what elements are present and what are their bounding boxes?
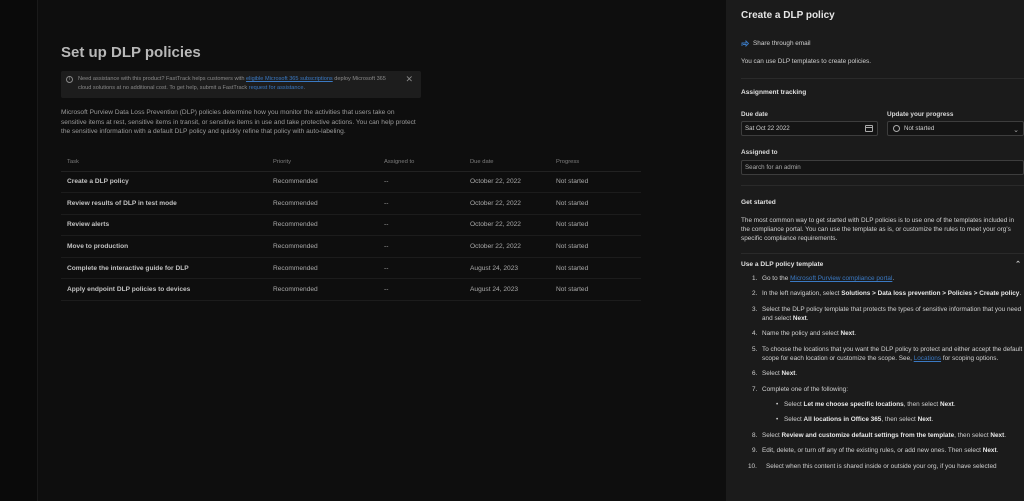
priority-cell: Recommended: [273, 278, 384, 302]
assigned-to-cell: --: [384, 235, 470, 258]
assigned-to-label: Assigned to: [741, 149, 778, 156]
template-section-toggle[interactable]: Use a DLP policy template ⌃: [741, 261, 1024, 268]
assigned-to-cell: --: [384, 278, 470, 302]
assigned-to-cell: --: [384, 257, 470, 280]
table-row[interactable]: Move to production Recommended -- October 2…: [61, 235, 641, 258]
due-date-label: Due date: [741, 111, 768, 118]
panel-intro: You can use DLP templates to create poli…: [741, 58, 872, 65]
assigned-to-cell: --: [384, 192, 470, 215]
eligible-subscriptions-link[interactable]: eligible Microsoft 365 subscriptions: [246, 76, 333, 82]
task-name[interactable]: Review alerts: [61, 214, 273, 237]
share-label: Share through email: [753, 40, 811, 47]
get-started-text: The most common way to get started with …: [741, 217, 1015, 243]
share-through-email-button[interactable]: Share through email: [741, 40, 811, 47]
list-item: 9. Edit, delete, or turn off any of the e…: [752, 447, 999, 455]
due-date-cell: October 22, 2022: [470, 171, 556, 194]
task-name[interactable]: Review results of DLP in test mode: [61, 192, 273, 215]
list-item: 7. Complete one of the following: • Select…: [752, 385, 1024, 425]
calendar-icon[interactable]: [865, 125, 873, 132]
progress-cell: Not started: [556, 235, 641, 258]
main-content: Set up DLP policies i Need assistance wi…: [38, 0, 726, 501]
progress-cell: Not started: [556, 278, 641, 302]
page-title: Set up DLP policies: [61, 44, 201, 61]
compliance-portal-link[interactable]: Microsoft Purview compliance portal: [790, 275, 892, 282]
divider: [741, 185, 1024, 186]
list-item: 3. Select the DLP policy template that pr…: [752, 305, 1022, 322]
priority-cell: Recommended: [273, 192, 384, 215]
column-header-progress[interactable]: Progress: [556, 154, 641, 172]
task-details-panel: Create a DLP policy Share through email …: [726, 0, 1024, 501]
progress-dropdown[interactable]: Not started ⌄: [887, 121, 1024, 136]
status-circle-icon: [893, 125, 900, 132]
table-row[interactable]: Apply endpoint DLP policies to devices Re…: [61, 278, 641, 302]
due-date-value: Sat Oct 22 2022: [745, 125, 790, 132]
progress-cell: Not started: [556, 192, 641, 215]
assignment-tracking-heading: Assignment tracking: [741, 89, 807, 96]
priority-cell: Recommended: [273, 257, 384, 280]
banner-text: Need assistance with this product? FastT…: [78, 76, 386, 91]
table-header-row: Task Priority Assigned to Due date Progr…: [61, 154, 641, 172]
info-icon: i: [66, 76, 73, 83]
table-row[interactable]: Review alerts Recommended -- October 22, 20…: [61, 214, 641, 237]
progress-value: Not started: [904, 125, 935, 132]
due-date-cell: October 22, 2022: [470, 214, 556, 237]
assigned-to-cell: --: [384, 171, 470, 194]
table-row[interactable]: Create a DLP policy Recommended -- October …: [61, 171, 641, 194]
priority-cell: Recommended: [273, 235, 384, 258]
task-name[interactable]: Move to production: [61, 235, 273, 258]
list-item: 8. Select Review and customize default se…: [752, 431, 1007, 439]
assigned-to-search-input[interactable]: Search for an admin: [741, 160, 1024, 175]
progress-label: Update your progress: [887, 111, 954, 118]
assigned-to-cell: --: [384, 214, 470, 237]
get-started-heading: Get started: [741, 199, 776, 206]
due-date-cell: August 24, 2023: [470, 278, 556, 302]
page-description: Microsoft Purview Data Loss Prevention (…: [61, 109, 416, 136]
table-row[interactable]: Complete the interactive guide for DLP Re…: [61, 257, 641, 280]
locations-link[interactable]: Locations: [914, 355, 941, 362]
share-icon: [741, 40, 749, 47]
left-navigation-rail: [0, 0, 38, 501]
progress-cell: Not started: [556, 171, 641, 194]
column-header-priority[interactable]: Priority: [273, 154, 384, 172]
priority-cell: Recommended: [273, 214, 384, 237]
request-assistance-link[interactable]: request for assistance: [249, 85, 304, 91]
task-name[interactable]: Create a DLP policy: [61, 171, 273, 194]
column-header-assigned-to[interactable]: Assigned to: [384, 154, 470, 172]
divider: [741, 78, 1024, 79]
column-header-task[interactable]: Task: [61, 154, 273, 172]
due-date-cell: August 24, 2023: [470, 257, 556, 280]
list-item: • Select Let me choose specific locations…: [776, 400, 956, 408]
list-item: 2. In the left navigation, select Solutio…: [752, 290, 1022, 298]
column-header-due-date[interactable]: Due date: [470, 154, 556, 172]
close-icon[interactable]: ✕: [405, 74, 413, 85]
due-date-field[interactable]: Sat Oct 22 2022: [741, 121, 878, 136]
list-item: 10. Select when this content is shared in…: [748, 462, 997, 470]
list-item: 5. To choose the locations that you want …: [752, 345, 1023, 362]
task-name[interactable]: Complete the interactive guide for DLP: [61, 257, 273, 280]
list-item: 1. Go to the Microsoft Purview compliance…: [752, 275, 895, 282]
due-date-cell: October 22, 2022: [470, 235, 556, 258]
list-item: 4. Name the policy and select Next.: [752, 330, 857, 338]
progress-cell: Not started: [556, 257, 641, 280]
chevron-down-icon: ⌄: [1013, 127, 1019, 134]
table-row[interactable]: Review results of DLP in test mode Recomm…: [61, 192, 641, 215]
divider: [741, 253, 1024, 254]
template-section-title: Use a DLP policy template: [741, 261, 824, 268]
chevron-up-icon[interactable]: ⌃: [1015, 260, 1021, 268]
tasks-table: Task Priority Assigned to Due date Progr…: [61, 154, 641, 302]
due-date-cell: October 22, 2022: [470, 192, 556, 215]
panel-title: Create a DLP policy: [741, 10, 835, 21]
task-name[interactable]: Apply endpoint DLP policies to devices: [61, 278, 273, 302]
fasttrack-banner: i Need assistance with this product? Fas…: [61, 71, 421, 98]
progress-cell: Not started: [556, 214, 641, 237]
list-item: • Select All locations in Office 365, the…: [776, 416, 934, 424]
template-steps-list: 1. Go to the Microsoft Purview compliance…: [748, 274, 1024, 477]
priority-cell: Recommended: [273, 171, 384, 194]
list-item: 6. Select Next.: [752, 370, 798, 378]
